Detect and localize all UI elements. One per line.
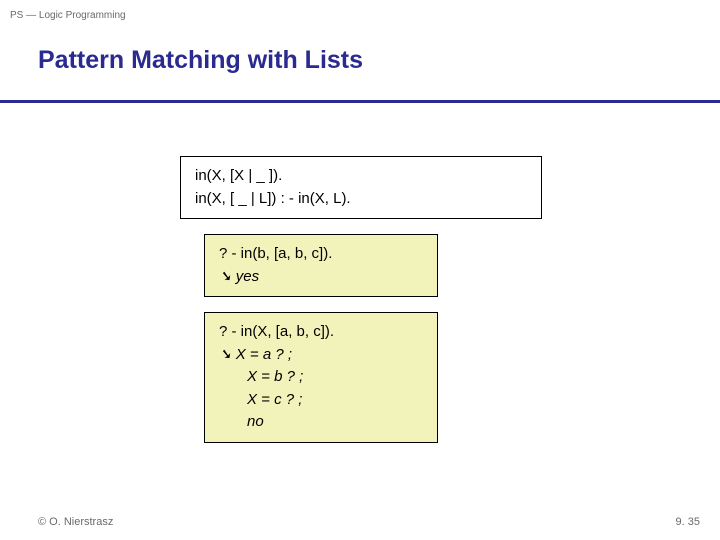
title-divider: [0, 100, 720, 103]
footer-author: © O. Nierstrasz: [38, 516, 113, 528]
code-definition-box: in(X, [X | _ ]). in(X, [ _ | L]) : - in(…: [180, 156, 542, 219]
result-line: no: [219, 411, 423, 434]
query-line: ? - in(X, [a, b, c]).: [219, 321, 423, 344]
result-line: ➘ yes: [219, 266, 423, 289]
query-line: ? - in(b, [a, b, c]).: [219, 243, 423, 266]
result-line: ➘ X = a ? ;: [219, 344, 423, 367]
footer-page-number: 9. 35: [676, 516, 700, 528]
query-box-1: ? - in(b, [a, b, c]). ➘ yes: [204, 234, 438, 297]
query-box-2: ? - in(X, [a, b, c]). ➘ X = a ? ; X = b …: [204, 312, 438, 443]
breadcrumb: PS — Logic Programming: [10, 10, 126, 21]
page-title: Pattern Matching with Lists: [38, 46, 363, 75]
result-text: yes: [232, 268, 260, 285]
arrow-down-right-icon: ➘: [219, 346, 232, 363]
code-line: in(X, [X | _ ]).: [195, 165, 527, 188]
result-line: X = b ? ;: [219, 366, 423, 389]
code-line: in(X, [ _ | L]) : - in(X, L).: [195, 188, 527, 211]
result-line: X = c ? ;: [219, 389, 423, 412]
result-text: X = a ? ;: [232, 346, 292, 363]
arrow-down-right-icon: ➘: [219, 268, 232, 285]
